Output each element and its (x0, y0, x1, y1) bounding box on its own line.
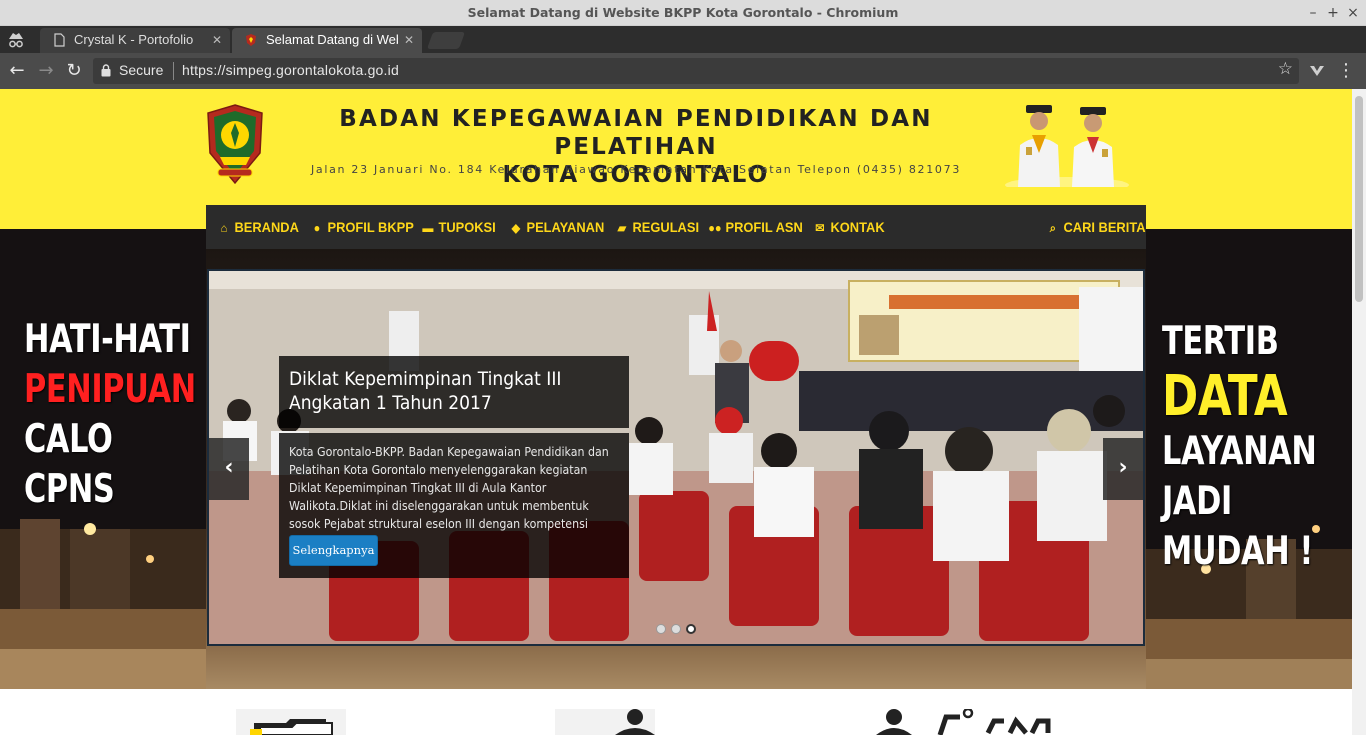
book-icon: ▰ (617, 221, 627, 235)
page-scrollbar[interactable] (1352, 89, 1366, 735)
page-icon (54, 33, 65, 47)
officials-photo (1005, 105, 1129, 187)
nav-item-label: BERANDA (234, 219, 299, 235)
slide-description-box: Kota Gorontalo-BKPP. Badan Kepegawaian P… (279, 433, 629, 578)
nav-item-tupoksi[interactable]: ▬ TUPOKSI (421, 205, 496, 249)
carousel-dot[interactable] (656, 624, 666, 634)
features-strip (0, 689, 1352, 735)
layanan-badge-icon (876, 709, 1051, 735)
nav-item-label: PROFIL ASN (725, 219, 803, 235)
scrollbar-thumb[interactable] (1355, 96, 1363, 302)
carousel-next-button[interactable]: › (1103, 438, 1143, 500)
slide-title[interactable]: Diklat Kepemimpinan Tingkat III Angkatan… (289, 367, 586, 415)
right-slogan-banner: TERTIB DATA LAYANAN JADI MUDAH ! (1162, 317, 1317, 577)
slogan-line: TERTIB (1162, 319, 1279, 364)
nav-item-label: CARI BERITA (1063, 219, 1146, 235)
site-favicon-icon (246, 34, 256, 46)
page-viewport: BADAN KEPEGAWAIAN PENDIDIKAN DAN PELATIH… (0, 89, 1352, 735)
envelope-icon: ✉ (815, 221, 825, 235)
organization-name: BADAN KEPEGAWAIAN PENDIDIKAN DAN PELATIH… (282, 105, 990, 189)
browser-toolbar: ← → ↻ Secure https://simpeg.gorontalokot… (0, 53, 1366, 89)
forward-button[interactable]: → (35, 60, 57, 82)
nav-item-label: REGULASI (632, 219, 700, 235)
nav-item-kontak[interactable]: ✉ KONTAK (813, 205, 885, 249)
carousel-dot[interactable] (671, 624, 681, 634)
nav-item-beranda[interactable]: ⌂ BERANDA (217, 205, 299, 249)
nav-item-label: KONTAK (830, 219, 885, 235)
briefcase-icon: ▬ (422, 221, 434, 235)
nav-item-regulasi[interactable]: ▰ REGULASI (615, 205, 699, 249)
back-button[interactable]: ← (6, 60, 28, 82)
slogan-line: CPNS (24, 467, 115, 512)
nav-item-label: PROFIL BKPP (327, 219, 414, 235)
tab-label: Crystal K - Portofolio (74, 32, 194, 47)
left-slogan-banner: HATI-HATI PENIPUAN CALO CPNS (24, 315, 196, 515)
reload-button[interactable]: ↻ (63, 60, 85, 82)
search-icon: ⌕ (1049, 221, 1056, 235)
incognito-icon (9, 33, 23, 48)
organization-address: Jalan 23 Januari No. 184 Kelurahan Biawa… (310, 163, 962, 176)
slogan-line-highlight: PENIPUAN (24, 367, 196, 412)
slogan-line: MUDAH ! (1162, 529, 1313, 574)
url-text[interactable]: https://simpeg.gorontalokota.go.id (182, 62, 399, 78)
close-window-button[interactable]: × (1343, 3, 1363, 23)
new-tab-button[interactable] (426, 32, 466, 49)
carousel-prev-button[interactable]: ‹ (209, 438, 249, 500)
close-tab-icon[interactable]: ✕ (404, 28, 414, 52)
lock-icon (101, 64, 111, 77)
nav-item-cari-berita[interactable]: ⌕ CARI BERITA (1046, 205, 1146, 249)
user-icon: ● (313, 221, 321, 235)
main-navigation: ⌂ BERANDA ● PROFIL BKPP ▬ TUPOKSI ◆ PELAYANA… (206, 205, 1146, 249)
news-carousel: Diklat Kepemimpinan Tingkat III Angkatan… (207, 269, 1145, 646)
nav-item-profil-asn[interactable]: ●● PROFIL ASN (708, 205, 803, 249)
tab-strip: Crystal K - Portofolio ✕ Selamat Datang … (0, 26, 1366, 53)
org-name-line1: BADAN KEPEGAWAIAN PENDIDIKAN DAN PELATIH… (339, 106, 933, 160)
bookmark-star-icon[interactable]: ☆ (1278, 59, 1293, 79)
tab-label: Selamat Datang di Web (266, 32, 398, 47)
secure-label: Secure (119, 62, 164, 78)
slogan-line: HATI-HATI (24, 317, 191, 362)
folder-stack-icon (236, 709, 346, 735)
slogan-line-highlight: DATA (1162, 364, 1288, 429)
nav-item-label: PELAYANAN (526, 219, 605, 235)
nav-item-profil-bkpp[interactable]: ● PROFIL BKPP (310, 205, 414, 249)
tab-bkpp-website[interactable]: Selamat Datang di Web ✕ (232, 28, 422, 53)
browser-menu-icon[interactable]: ⋮ (1336, 61, 1356, 81)
minimize-button[interactable]: – (1303, 3, 1323, 23)
slide-title-box: Diklat Kepemimpinan Tingkat III Angkatan… (279, 356, 629, 428)
address-bar[interactable]: Secure https://simpeg.gorontalokota.go.i… (93, 58, 1299, 84)
extension-icon[interactable] (1307, 61, 1327, 81)
slogan-line: JADI (1162, 479, 1232, 524)
maximize-button[interactable]: + (1323, 3, 1343, 23)
tag-icon: ◆ (511, 221, 521, 235)
close-tab-icon[interactable]: ✕ (212, 28, 222, 52)
tab-crystal-portfolio[interactable]: Crystal K - Portofolio ✕ (40, 28, 230, 53)
nav-item-label: TUPOKSI (438, 219, 496, 235)
slogan-line: CALO (24, 417, 113, 462)
users-icon: ●● (708, 221, 722, 235)
home-icon: ⌂ (220, 221, 228, 235)
nav-item-pelayanan[interactable]: ◆ PELAYANAN (509, 205, 605, 249)
city-emblem-logo[interactable] (204, 103, 266, 187)
window-titlebar: Selamat Datang di Website BKPP Kota Goro… (0, 0, 1366, 26)
divider (173, 62, 174, 80)
window-title: Selamat Datang di Website BKPP Kota Goro… (467, 5, 899, 20)
read-more-button[interactable]: Selengkapnya (289, 535, 378, 566)
slogan-line: LAYANAN (1162, 429, 1317, 474)
person-icon (555, 709, 655, 735)
carousel-dot-active[interactable] (686, 624, 696, 634)
